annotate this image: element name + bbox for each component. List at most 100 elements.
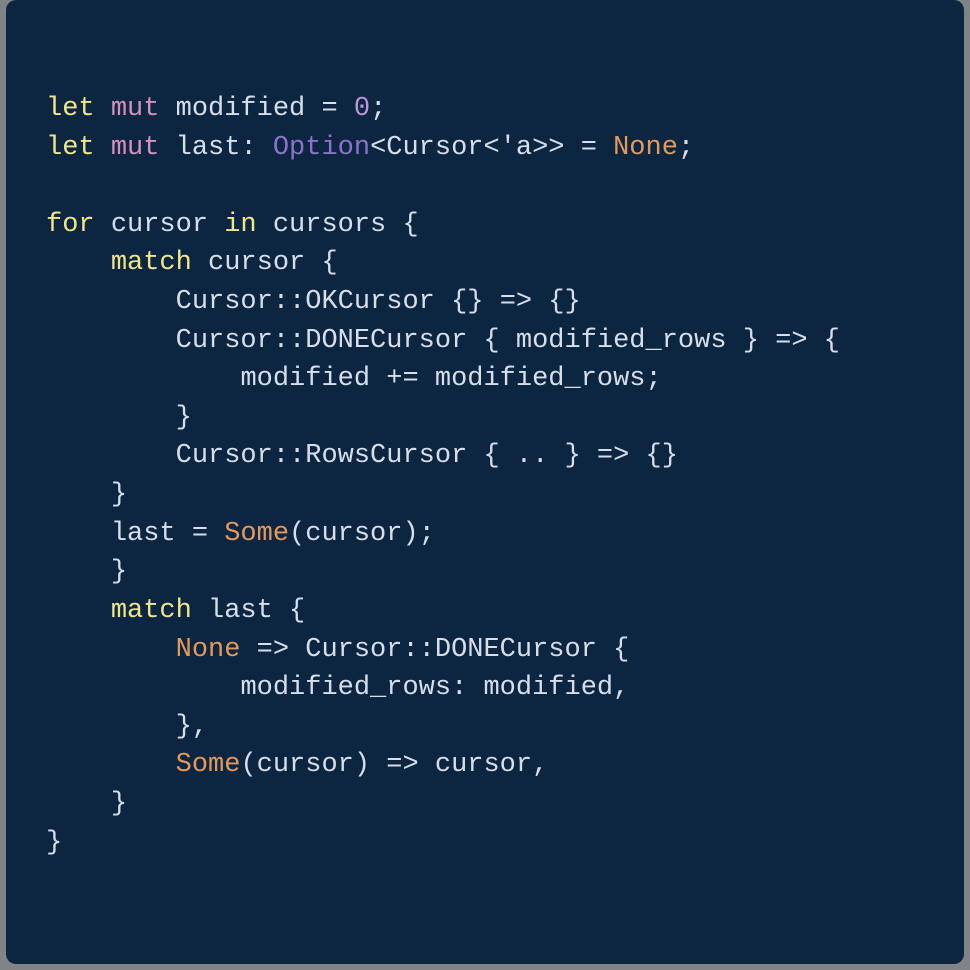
comma: , — [613, 673, 629, 703]
brace-close: } — [46, 828, 62, 858]
paren-open: ( — [240, 750, 256, 780]
code-line: } — [46, 557, 127, 587]
code-line: Cursor::RowsCursor { .. } => {} — [46, 441, 678, 471]
brace-open: { — [613, 635, 629, 665]
semicolon: ; — [678, 133, 694, 163]
code-line: Some(cursor) => cursor, — [46, 750, 548, 780]
code-line: } — [46, 403, 192, 433]
keyword-match: match — [111, 248, 192, 278]
path-sep: :: — [273, 441, 305, 471]
code-line: modified_rows: modified, — [46, 673, 629, 703]
ident-modified: modified — [176, 94, 306, 124]
ident-cursor: cursor — [111, 210, 208, 240]
type-cursor: Cursor — [386, 133, 483, 163]
path-sep: :: — [273, 326, 305, 356]
ident-cursors: cursors — [273, 210, 386, 240]
code-line: match last { — [46, 596, 305, 626]
ident-modified: modified — [483, 673, 613, 703]
comma: , — [192, 712, 208, 742]
fat-arrow: => — [386, 750, 418, 780]
ident-cursor: cursor — [305, 519, 402, 549]
code-line: modified += modified_rows; — [46, 364, 662, 394]
angle-close: > — [532, 133, 548, 163]
brace-open: { — [402, 210, 418, 240]
code-line: let mut modified = 0; — [46, 94, 386, 124]
paren-close: ) — [354, 750, 370, 780]
ident-modified-rows: modified_rows — [240, 673, 451, 703]
ident-last: last — [111, 519, 176, 549]
brace-open: { — [451, 287, 467, 317]
op-assign: = — [581, 133, 597, 163]
fat-arrow: => — [597, 441, 629, 471]
code-block: let mut modified = 0; let mut last: Opti… — [46, 90, 924, 862]
code-editor-panel: let mut modified = 0; let mut last: Opti… — [6, 0, 964, 964]
keyword-let: let — [46, 133, 95, 163]
code-line: None => Cursor::DONECursor { — [46, 635, 629, 665]
code-line: } — [46, 480, 127, 510]
semicolon: ; — [370, 94, 386, 124]
brace-close: } — [565, 441, 581, 471]
code-line: } — [46, 828, 62, 858]
paren-close: ) — [402, 519, 418, 549]
keyword-mut: mut — [111, 94, 160, 124]
colon: : — [451, 673, 467, 703]
variant-okcursor: OKCursor — [305, 287, 435, 317]
keyword-match: match — [111, 596, 192, 626]
code-line: last = Some(cursor); — [46, 519, 435, 549]
path-sep: :: — [273, 287, 305, 317]
fat-arrow: => — [257, 635, 289, 665]
paren-open: ( — [289, 519, 305, 549]
ctor-some: Some — [224, 519, 289, 549]
brace-close: } — [662, 441, 678, 471]
ctor-none: None — [176, 635, 241, 665]
brace-open: { — [548, 287, 564, 317]
type-cursor: Cursor — [176, 287, 273, 317]
code-line: for cursor in cursors { — [46, 210, 419, 240]
fat-arrow: => — [500, 287, 532, 317]
semicolon: ; — [646, 364, 662, 394]
brace-close: } — [111, 789, 127, 819]
ident-cursor: cursor — [257, 750, 354, 780]
colon: : — [240, 133, 256, 163]
ident-modified-rows: modified_rows — [435, 364, 646, 394]
brace-close: } — [176, 712, 192, 742]
ident-cursor: cursor — [435, 750, 532, 780]
op-plus-assign: += — [386, 364, 418, 394]
lifetime-a: 'a — [500, 133, 532, 163]
angle-open: < — [370, 133, 386, 163]
code-line: Cursor::OKCursor {} => {} — [46, 287, 581, 317]
rest-pattern: .. — [516, 441, 548, 471]
brace-open: { — [483, 326, 499, 356]
ident-last: last — [176, 133, 241, 163]
keyword-let: let — [46, 94, 95, 124]
op-assign: = — [192, 519, 208, 549]
ident-last: last — [208, 596, 273, 626]
op-assign: = — [321, 94, 337, 124]
fat-arrow: => — [775, 326, 807, 356]
brace-close: } — [111, 557, 127, 587]
brace-open: { — [483, 441, 499, 471]
brace-close: } — [176, 403, 192, 433]
ident-modified-rows: modified_rows — [516, 326, 727, 356]
variant-donecursor: DONECursor — [305, 326, 467, 356]
comma: , — [532, 750, 548, 780]
code-line: let mut last: Option<Cursor<'a>> = None; — [46, 133, 694, 163]
code-line: Cursor::DONECursor { modified_rows } => … — [46, 326, 840, 356]
brace-close: } — [111, 480, 127, 510]
brace-close: } — [743, 326, 759, 356]
keyword-in: in — [224, 210, 256, 240]
ident-cursor: cursor — [208, 248, 305, 278]
type-option: Option — [273, 133, 370, 163]
brace-open: { — [321, 248, 337, 278]
path-sep: :: — [402, 635, 434, 665]
brace-open: { — [646, 441, 662, 471]
angle-open: < — [483, 133, 499, 163]
brace-close: } — [565, 287, 581, 317]
angle-close: > — [548, 133, 564, 163]
ctor-some: Some — [176, 750, 241, 780]
variant-rowscursor: RowsCursor — [305, 441, 467, 471]
brace-open: { — [824, 326, 840, 356]
code-line: match cursor { — [46, 248, 338, 278]
brace-close: } — [467, 287, 483, 317]
semicolon: ; — [419, 519, 435, 549]
